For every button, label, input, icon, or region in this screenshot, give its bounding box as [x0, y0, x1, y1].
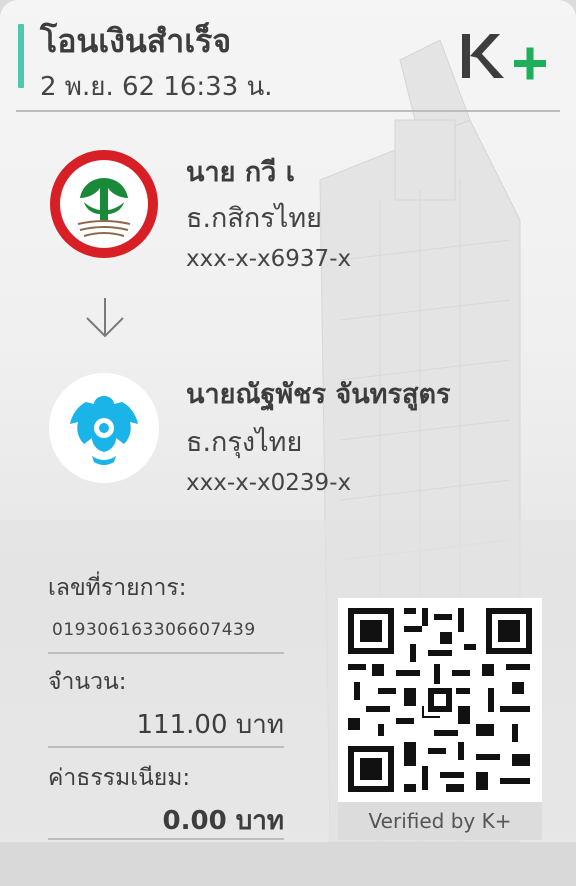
ref-label: เลขที่รายการ:: [48, 575, 187, 601]
receiver-account: xxx-x-x0239-x: [186, 470, 352, 496]
amount-label: จำนวน:: [48, 669, 127, 695]
sender-account: xxx-x-x6937-x: [186, 246, 352, 272]
slip-card: โอนเงินสำเร็จ 2 พ.ย. 62 16:33 น. นาย กวี…: [0, 0, 576, 842]
header-divider: [16, 110, 560, 112]
sender-bank: ธ.กสิกรไทย: [186, 203, 322, 234]
transaction-datetime: 2 พ.ย. 62 16:33 น.: [40, 72, 273, 102]
kplus-logo: [462, 34, 546, 80]
qr-caption: Verified by K+: [338, 802, 542, 840]
fee-label: ค่าธรรมเนียม:: [48, 765, 191, 791]
ref-divider: [48, 652, 284, 654]
arrow-down-icon: [86, 298, 124, 338]
kasikorn-bank-logo: [50, 150, 158, 258]
fee-divider: [48, 838, 284, 840]
footer-band: [0, 842, 576, 886]
amount-value: 111.00 บาท: [136, 710, 284, 740]
sender-name: นาย กวี เ: [186, 157, 295, 188]
krungthai-bank-logo: [49, 373, 159, 483]
page-title: โอนเงินสำเร็จ: [40, 22, 232, 60]
fee-value: 0.00 บาท: [162, 806, 284, 836]
header-accent-bar: [18, 24, 24, 88]
receiver-bank: ธ.กรุงไทย: [186, 427, 303, 458]
receiver-name: นายณัฐพัชร จันทรสูตร: [186, 379, 451, 410]
verification-qr-code[interactable]: [338, 598, 542, 802]
amount-divider: [48, 746, 284, 748]
ref-number: 019306163306607439: [52, 620, 256, 640]
